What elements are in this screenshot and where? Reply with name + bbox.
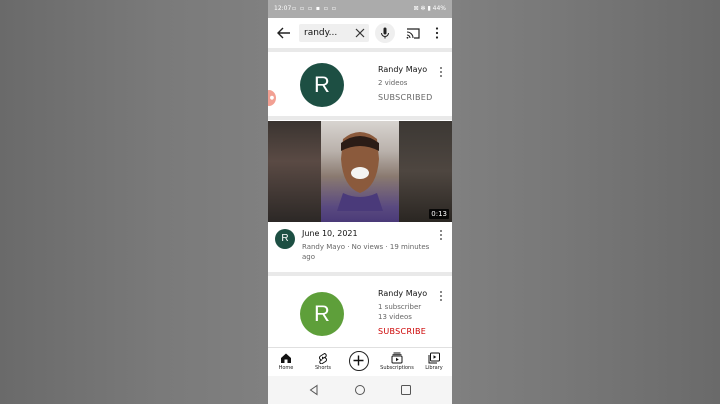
bottom-navigation: Home Shorts Subscriptions Library xyxy=(268,347,452,376)
section-divider xyxy=(268,272,452,276)
search-query-text: randy... xyxy=(304,28,338,38)
subscribe-button[interactable]: SUBSCRIBE xyxy=(378,327,426,336)
phone-screen: 12:07 ▫ ▫ ▫ ▪ ▫ ▫ ⊠ ✻ ▮ 44% randy... ● R… xyxy=(268,0,452,404)
more-vert-icon[interactable] xyxy=(438,229,444,241)
more-vert-icon[interactable] xyxy=(438,66,444,78)
person-face-image xyxy=(337,132,383,211)
shorts-icon xyxy=(318,352,328,364)
more-vert-icon[interactable] xyxy=(438,290,444,302)
close-icon[interactable] xyxy=(355,28,365,38)
channel-video-count: 2 videos xyxy=(378,79,408,87)
overlay-bubble: ● ● xyxy=(268,90,276,106)
nav-subscriptions[interactable]: Subscriptions xyxy=(379,348,415,376)
system-navigation-bar xyxy=(268,376,452,404)
background-left xyxy=(0,0,268,404)
mic-icon xyxy=(381,27,389,39)
video-meta: Randy Mayo · No views · 19 minutes ago xyxy=(302,243,430,261)
status-time: 12:07 xyxy=(274,5,292,12)
section-divider xyxy=(268,116,452,120)
subscriptions-icon xyxy=(391,352,403,364)
system-recents-icon[interactable] xyxy=(400,384,412,396)
channel-avatar[interactable]: R xyxy=(300,292,344,336)
nav-home[interactable]: Home xyxy=(268,348,304,376)
background-right xyxy=(452,0,720,404)
channel-video-count: 13 videos xyxy=(378,313,412,321)
search-top-bar: randy... xyxy=(268,18,452,48)
library-icon xyxy=(428,352,440,364)
thumbnail-blur-right xyxy=(399,121,452,222)
more-vert-icon[interactable] xyxy=(434,26,440,40)
create-icon xyxy=(353,355,364,366)
voice-search-button[interactable] xyxy=(375,23,395,43)
subscribed-button[interactable]: SUBSCRIBED xyxy=(378,93,433,102)
video-thumbnail[interactable]: 0:13 xyxy=(268,121,452,222)
arrow-left-icon[interactable] xyxy=(276,25,292,41)
video-title[interactable]: June 10, 2021 xyxy=(302,229,358,238)
status-system-icons: ⊠ ✻ ▮ 44% xyxy=(413,5,446,12)
search-input[interactable]: randy... xyxy=(299,24,369,42)
nav-shorts[interactable]: Shorts xyxy=(305,348,341,376)
thumbnail-frame xyxy=(321,121,399,222)
nav-library[interactable]: Library xyxy=(416,348,452,376)
nav-label: Home xyxy=(278,365,294,371)
channel-name[interactable]: Randy Mayo xyxy=(378,65,427,74)
status-bar: 12:07 ▫ ▫ ▫ ▪ ▫ ▫ ⊠ ✻ ▮ 44% xyxy=(268,0,452,18)
channel-name[interactable]: Randy Mayo xyxy=(378,289,427,298)
channel-subscriber-count: 1 subscriber xyxy=(378,303,422,311)
video-channel-avatar[interactable]: R xyxy=(275,229,295,249)
video-duration-badge: 0:13 xyxy=(429,209,449,219)
system-home-icon[interactable] xyxy=(354,384,366,396)
cast-icon[interactable] xyxy=(406,26,420,40)
nav-label: Library xyxy=(425,365,443,371)
status-notification-icons: ▫ ▫ ▫ ▪ ▫ ▫ xyxy=(292,5,337,12)
nav-label: Shorts xyxy=(314,365,332,371)
system-back-icon[interactable] xyxy=(308,384,320,396)
thumbnail-blur-left xyxy=(268,121,321,222)
home-icon xyxy=(281,353,291,363)
create-button[interactable] xyxy=(349,351,369,371)
section-divider xyxy=(268,48,452,52)
nav-label: Subscriptions xyxy=(380,365,414,371)
channel-avatar[interactable]: R xyxy=(300,63,344,107)
